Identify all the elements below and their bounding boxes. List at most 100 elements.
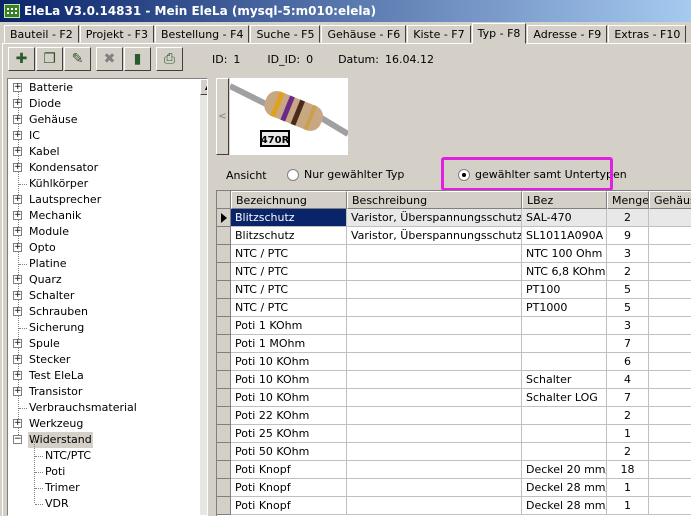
table-cell[interactable] <box>347 479 522 497</box>
table-cell[interactable]: Poti 22 KOhm <box>231 407 347 425</box>
scroll-up-arrow-icon[interactable]: ▲ <box>200 79 207 95</box>
table-cell[interactable]: 18 <box>607 461 649 479</box>
table-cell[interactable]: 6 <box>607 353 649 371</box>
radio-selected-type-only[interactable]: Nur gewählter Typ <box>287 168 404 181</box>
table-cell[interactable] <box>649 299 691 317</box>
table-cell[interactable]: Deckel 28 mm/6 <box>522 479 607 497</box>
type-tree[interactable]: ▲ + Batterie + Diode + Gehäuse + IC + Kabel + Konde… <box>7 78 208 516</box>
table-cell[interactable]: 2 <box>607 443 649 461</box>
table-cell[interactable]: Poti 10 KOhm <box>231 353 347 371</box>
edit-doc-button[interactable]: ✎ <box>64 47 91 71</box>
column-header[interactable]: Beschreibung <box>347 191 522 209</box>
table-cell[interactable] <box>347 245 522 263</box>
delete-button[interactable]: ✖ <box>96 47 123 71</box>
tree-item[interactable]: + Quarz <box>8 272 198 288</box>
expand-icon[interactable]: + <box>13 243 22 252</box>
table-cell[interactable] <box>649 389 691 407</box>
row-indicator[interactable] <box>217 281 231 299</box>
table-cell[interactable]: Poti 1 MOhm <box>231 335 347 353</box>
expand-icon[interactable]: + <box>13 227 22 236</box>
table-cell[interactable]: 3 <box>607 245 649 263</box>
column-header[interactable]: LBez <box>522 191 607 209</box>
row-indicator[interactable] <box>217 479 231 497</box>
table-cell[interactable]: PT1000 <box>522 299 607 317</box>
expand-icon[interactable]: + <box>13 99 22 108</box>
table-cell[interactable] <box>649 353 691 371</box>
tab-extras[interactable]: Extras - F10 <box>608 25 687 43</box>
table-cell[interactable]: Schalter LOG <box>522 389 607 407</box>
table-cell[interactable] <box>649 209 691 227</box>
expand-icon[interactable]: + <box>13 291 22 300</box>
row-indicator[interactable] <box>217 443 231 461</box>
table-cell[interactable]: Deckel 20 mm/6 <box>522 461 607 479</box>
tree-item[interactable]: + Module <box>8 224 198 240</box>
row-indicator[interactable] <box>217 407 231 425</box>
row-indicator[interactable] <box>217 425 231 443</box>
tree-item[interactable]: + IC <box>8 128 198 144</box>
table-cell[interactable] <box>522 443 607 461</box>
trash-button[interactable]: ▮ <box>124 47 151 71</box>
tree-item[interactable]: + Kabel <box>8 144 198 160</box>
table-cell[interactable]: Schalter <box>522 371 607 389</box>
new-doc-button[interactable]: ✚ <box>8 47 35 71</box>
tree-item[interactable]: + Opto <box>8 240 198 256</box>
table-cell[interactable] <box>649 443 691 461</box>
table-cell[interactable] <box>649 425 691 443</box>
table-cell[interactable]: NTC / PTC <box>231 263 347 281</box>
table-cell[interactable]: SL1011A090A <box>522 227 607 245</box>
expand-icon[interactable]: + <box>13 355 22 364</box>
table-cell[interactable] <box>522 317 607 335</box>
table-cell[interactable] <box>649 317 691 335</box>
column-header[interactable]: Menge <box>607 191 649 209</box>
table-cell[interactable]: 3 <box>607 317 649 335</box>
tab-typ[interactable]: Typ - F8 <box>471 23 527 44</box>
tree-item[interactable]: Verbrauchsmaterial <box>8 400 198 416</box>
tab-bestellung[interactable]: Bestellung - F4 <box>155 25 250 43</box>
row-indicator[interactable] <box>217 245 231 263</box>
expand-icon[interactable]: + <box>13 115 22 124</box>
tree-item[interactable]: + Mechanik <box>8 208 198 224</box>
table-cell[interactable]: SAL-470 <box>522 209 607 227</box>
column-header[interactable]: Gehäuse <box>649 191 691 209</box>
tree-item[interactable]: + Diode <box>8 96 198 112</box>
preview-prev-button[interactable]: < <box>216 78 229 155</box>
row-indicator[interactable] <box>217 317 231 335</box>
table-cell[interactable] <box>347 299 522 317</box>
parts-grid[interactable]: BezeichnungBeschreibungLBezMengeGehäuse B… <box>216 190 691 516</box>
tree-item[interactable]: + Kondensator <box>8 160 198 176</box>
radio-circle[interactable] <box>287 168 299 181</box>
table-cell[interactable] <box>347 461 522 479</box>
table-cell[interactable]: Poti 10 KOhm <box>231 371 347 389</box>
table-cell[interactable] <box>522 353 607 371</box>
row-indicator[interactable] <box>217 371 231 389</box>
table-cell[interactable] <box>649 479 691 497</box>
row-indicator[interactable] <box>217 299 231 317</box>
column-header[interactable]: Bezeichnung <box>231 191 347 209</box>
tree-item[interactable]: + Batterie <box>8 80 198 96</box>
expand-icon[interactable]: + <box>13 147 22 156</box>
table-cell[interactable]: 9 <box>607 227 649 245</box>
table-cell[interactable]: 1 <box>607 479 649 497</box>
tree-item-child[interactable]: VDR <box>8 496 198 512</box>
tree-item[interactable]: + Werkzeug <box>8 416 198 432</box>
table-cell[interactable] <box>649 281 691 299</box>
expand-icon[interactable]: + <box>13 419 22 428</box>
expand-icon[interactable]: + <box>13 387 22 396</box>
table-cell[interactable]: 5 <box>607 281 649 299</box>
expand-icon[interactable]: + <box>13 307 22 316</box>
expand-icon[interactable]: + <box>13 195 22 204</box>
table-cell[interactable]: 2 <box>607 209 649 227</box>
expand-icon[interactable]: + <box>13 275 22 284</box>
tree-item[interactable]: Platine <box>8 256 198 272</box>
tab-bauteil[interactable]: Bauteil - F2 <box>4 25 79 43</box>
table-cell[interactable]: Varistor, Überspannungsschutz <box>347 209 522 227</box>
table-cell[interactable]: NTC / PTC <box>231 281 347 299</box>
table-cell[interactable] <box>649 461 691 479</box>
table-cell[interactable] <box>347 281 522 299</box>
table-cell[interactable] <box>649 371 691 389</box>
tab-suche[interactable]: Suche - F5 <box>250 25 321 43</box>
row-indicator[interactable] <box>217 263 231 281</box>
expand-icon[interactable]: + <box>13 211 22 220</box>
current-row-indicator[interactable] <box>217 209 231 227</box>
table-cell[interactable]: NTC / PTC <box>231 299 347 317</box>
